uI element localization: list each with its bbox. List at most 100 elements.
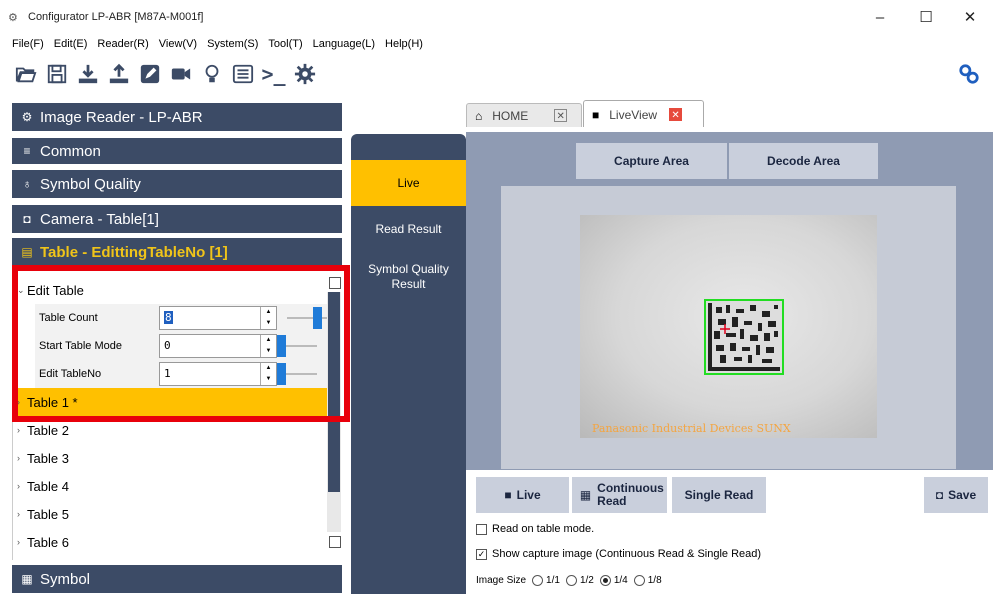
tree-item-table-3[interactable]: › Table 3 bbox=[13, 444, 328, 472]
table-count-slider[interactable] bbox=[287, 307, 327, 329]
section-table[interactable]: ▤ Table - EdittingTableNo [1] bbox=[12, 238, 342, 266]
image-size-radio-1-1[interactable] bbox=[532, 575, 544, 586]
stepper-value[interactable]: 0 bbox=[160, 335, 260, 357]
slider-thumb[interactable] bbox=[277, 335, 286, 357]
list-icon[interactable] bbox=[229, 59, 256, 89]
camera-icon[interactable] bbox=[167, 59, 194, 89]
chevron-right-icon: › bbox=[17, 397, 20, 407]
title-bar: ⚙ Configurator LP-ABR [M87A-M001f] – ☐ ✕ bbox=[0, 0, 993, 34]
nav-symbol-quality-result[interactable]: Symbol Quality Result bbox=[351, 262, 466, 292]
chevron-right-icon: › bbox=[17, 537, 20, 547]
capture-area-button[interactable]: Capture Area bbox=[576, 143, 727, 179]
tree-item-table-2[interactable]: › Table 2 bbox=[13, 416, 328, 444]
save-icon[interactable] bbox=[43, 59, 70, 89]
link-icon[interactable] bbox=[955, 59, 982, 89]
terminal-icon[interactable]: >_ bbox=[260, 59, 287, 89]
nav-live[interactable]: Live bbox=[351, 160, 466, 206]
menu-reader[interactable]: Reader(R) bbox=[97, 38, 148, 50]
section-camera[interactable]: ◘ Camera - Table[1] bbox=[12, 205, 342, 233]
section-symbol[interactable]: ▦ Symbol bbox=[12, 565, 342, 593]
section-image-reader[interactable]: ⚙ Image Reader - LP-ABR bbox=[12, 103, 342, 131]
tree-item-table-4[interactable]: › Table 4 bbox=[13, 472, 328, 500]
toolbar: >_ bbox=[0, 54, 993, 94]
upload-icon[interactable] bbox=[105, 59, 132, 89]
down-icon[interactable]: ▼ bbox=[261, 346, 276, 357]
view-nav: Live Read Result Symbol Quality Result bbox=[351, 134, 466, 594]
up-icon[interactable]: ▲ bbox=[261, 335, 276, 346]
close-button[interactable]: ✕ bbox=[947, 0, 993, 34]
save-button[interactable]: ◘ Save bbox=[924, 477, 988, 513]
stepper-value[interactable]: 1 bbox=[160, 363, 260, 385]
menu-system[interactable]: System(S) bbox=[207, 38, 258, 50]
menu-view[interactable]: View(V) bbox=[159, 38, 197, 50]
tab-home[interactable]: ⌂ HOME ✕ bbox=[466, 103, 582, 127]
prop-label: Table Count bbox=[39, 312, 98, 324]
maximize-button[interactable]: ☐ bbox=[903, 0, 949, 34]
prop-label: Start Table Mode bbox=[39, 340, 122, 352]
section-symbol-quality[interactable]: ♁ Symbol Quality bbox=[12, 170, 342, 198]
brand-text: Panasonic Industrial Devices SUNX bbox=[592, 422, 791, 435]
minimize-button[interactable]: – bbox=[857, 0, 903, 34]
start-table-mode-stepper[interactable]: 0 ▲ ▼ bbox=[159, 334, 277, 358]
down-icon[interactable]: ▼ bbox=[261, 374, 276, 385]
menu-file[interactable]: File(F) bbox=[12, 38, 44, 50]
section-label: Image Reader - LP-ABR bbox=[40, 108, 203, 126]
tree-item-table-5[interactable]: › Table 5 bbox=[13, 500, 328, 528]
gear-icon[interactable] bbox=[291, 59, 318, 89]
tree-item-edit-table[interactable]: ⌄ Edit Table bbox=[13, 276, 328, 304]
continuous-read-button[interactable]: ▦ Continuous Read bbox=[572, 477, 667, 513]
tab-liveview[interactable]: ■ LiveView ✕ bbox=[583, 100, 704, 128]
start-table-mode-slider[interactable] bbox=[277, 335, 317, 357]
menu-edit[interactable]: Edit(E) bbox=[54, 38, 88, 50]
image-size-radio-1-4[interactable] bbox=[599, 575, 611, 586]
button-label: Live bbox=[516, 488, 541, 502]
section-common[interactable]: ≡ Common bbox=[12, 138, 342, 164]
table-icon: ▤ bbox=[21, 245, 33, 259]
tree-label: Table 6 bbox=[27, 534, 69, 550]
image-size-radio-1-8[interactable] bbox=[633, 575, 645, 586]
menu-language[interactable]: Language(L) bbox=[313, 38, 375, 50]
image-size-radio-1-2[interactable] bbox=[565, 575, 577, 586]
menu-bar: File(F) Edit(E) Reader(R) View(V) System… bbox=[0, 34, 993, 54]
section-label: Table - EdittingTableNo [1] bbox=[40, 243, 228, 261]
tree-scrollbar[interactable] bbox=[327, 292, 341, 532]
tab-underline bbox=[466, 127, 993, 132]
close-tab-icon[interactable]: ✕ bbox=[554, 109, 568, 122]
menu-help[interactable]: Help(H) bbox=[385, 38, 423, 50]
up-icon[interactable]: ▲ bbox=[261, 363, 276, 374]
slider-thumb[interactable] bbox=[277, 363, 286, 385]
checkbox[interactable] bbox=[329, 277, 341, 289]
window-title: Configurator LP-ABR [M87A-M001f] bbox=[28, 11, 204, 23]
chevron-right-icon: › bbox=[17, 453, 20, 463]
live-button[interactable]: ■ Live bbox=[476, 477, 569, 513]
chevron-right-icon: › bbox=[17, 509, 20, 519]
tree-item-table-1[interactable]: › Table 1 * bbox=[13, 388, 328, 416]
download-icon[interactable] bbox=[74, 59, 101, 89]
scrollbar-thumb[interactable] bbox=[328, 292, 340, 492]
tree-label: Table 1 * bbox=[27, 394, 78, 410]
table-count-stepper[interactable]: 8 ▲ ▼ bbox=[159, 306, 277, 330]
slider-thumb[interactable] bbox=[313, 307, 322, 329]
up-icon[interactable]: ▲ bbox=[261, 307, 276, 318]
checkbox-box[interactable]: ✓ bbox=[476, 548, 487, 560]
edit-table-no-stepper[interactable]: 1 ▲ ▼ bbox=[159, 362, 277, 386]
edit-table-no-slider[interactable] bbox=[277, 363, 317, 385]
stepper-value[interactable]: 8 bbox=[160, 307, 260, 329]
decode-area-button[interactable]: Decode Area bbox=[729, 143, 878, 179]
bulb-icon[interactable] bbox=[198, 59, 225, 89]
down-icon[interactable]: ▼ bbox=[261, 318, 276, 329]
show-capture-checkbox[interactable]: ✓ Show capture image (Continuous Read & … bbox=[476, 548, 761, 560]
read-on-table-checkbox[interactable]: Read on table mode. bbox=[476, 523, 594, 535]
checkbox-box[interactable] bbox=[476, 523, 487, 535]
checkbox[interactable] bbox=[329, 536, 341, 548]
camera-icon: ◘ bbox=[935, 488, 944, 502]
close-tab-icon[interactable]: ✕ bbox=[669, 108, 683, 121]
radio-label: 1/1 bbox=[546, 575, 560, 586]
single-read-button[interactable]: Single Read bbox=[672, 477, 766, 513]
edit-icon[interactable] bbox=[136, 59, 163, 89]
nav-read-result[interactable]: Read Result bbox=[351, 222, 466, 236]
open-folder-icon[interactable] bbox=[12, 59, 39, 89]
menu-tool[interactable]: Tool(T) bbox=[268, 38, 302, 50]
tree-item-table-6[interactable]: › Table 6 bbox=[13, 528, 328, 556]
section-label: Symbol bbox=[40, 570, 91, 588]
